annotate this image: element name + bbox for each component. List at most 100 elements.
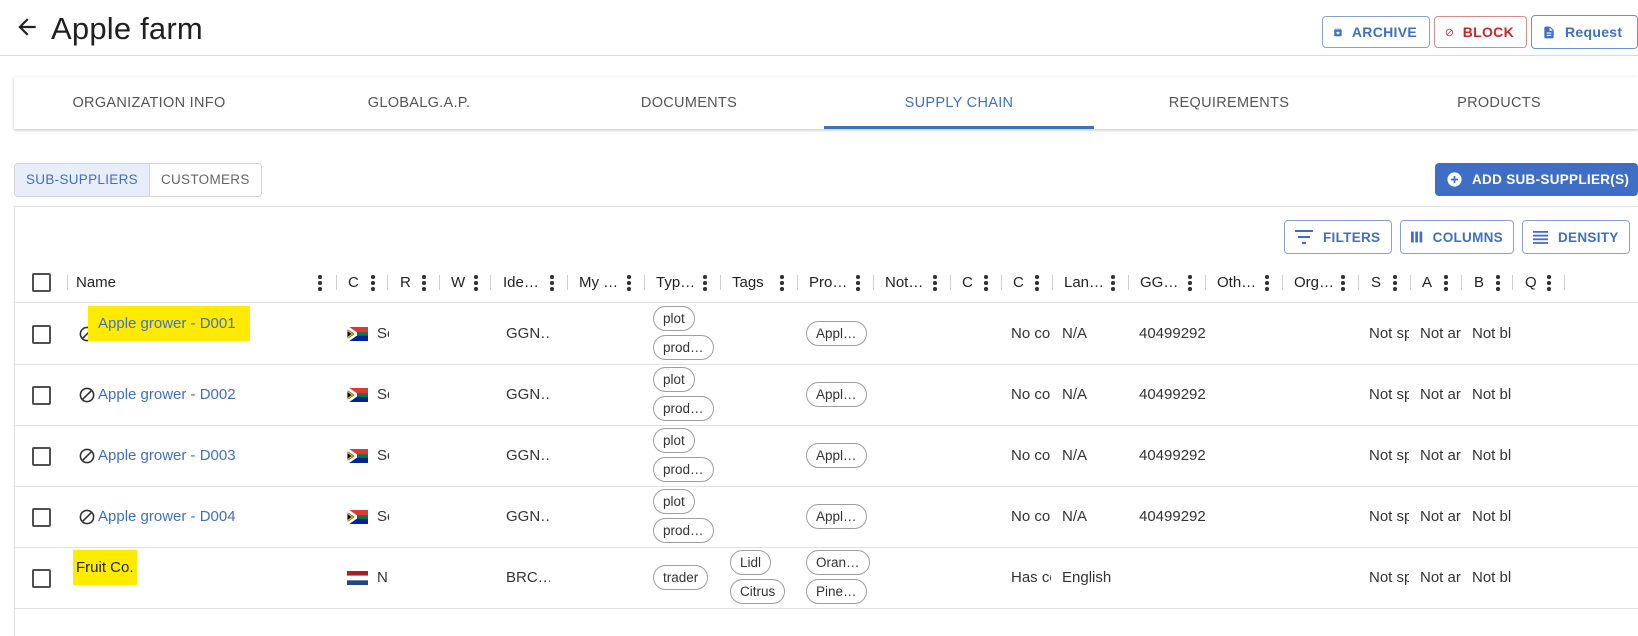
column-header-org[interactable]: Org… bbox=[1294, 262, 1334, 303]
column-header-country[interactable]: C bbox=[348, 262, 368, 303]
a-text: Not ar bbox=[1420, 386, 1461, 403]
netherlands-flag-icon bbox=[347, 571, 368, 585]
column-separator bbox=[1358, 275, 1359, 290]
column-menu-icon[interactable] bbox=[1393, 275, 1397, 291]
ggn-text: 40499292 bbox=[1139, 508, 1206, 525]
customers-toggle[interactable]: CUSTOMERS bbox=[150, 164, 261, 196]
tab-organization-info[interactable]: ORGANIZATION INFO bbox=[14, 77, 284, 129]
type-chip: prod… bbox=[653, 396, 714, 421]
column-header-a[interactable]: A bbox=[1422, 262, 1436, 303]
supplier-grid: FILTERS COLUMNS DENSITY Name C R W Ide… … bbox=[14, 206, 1638, 636]
column-menu-icon[interactable] bbox=[933, 275, 937, 291]
column-header-notes[interactable]: Not… bbox=[885, 262, 925, 303]
density-button[interactable]: DENSITY bbox=[1522, 220, 1630, 254]
column-menu-icon[interactable] bbox=[318, 275, 322, 291]
column-menu-icon[interactable] bbox=[1035, 275, 1039, 291]
column-header-c1[interactable]: C bbox=[962, 262, 978, 303]
column-menu-icon[interactable] bbox=[1496, 275, 1500, 291]
column-header-language[interactable]: Lan… bbox=[1064, 262, 1104, 303]
supplier-name-link[interactable]: Apple grower - D001 bbox=[88, 306, 250, 341]
column-header-other[interactable]: Oth… bbox=[1217, 262, 1257, 303]
ggn-text: 40499292 bbox=[1139, 325, 1206, 342]
row-checkbox[interactable] bbox=[32, 325, 51, 344]
column-header-q[interactable]: Q bbox=[1525, 262, 1539, 303]
column-menu-icon[interactable] bbox=[856, 275, 860, 291]
s-text: Not sp bbox=[1369, 386, 1409, 403]
request-button[interactable]: Request bbox=[1531, 15, 1638, 49]
column-header-b[interactable]: B bbox=[1474, 262, 1488, 303]
column-separator bbox=[1001, 275, 1002, 290]
filters-button[interactable]: FILTERS bbox=[1284, 220, 1392, 254]
table-row[interactable]: Apple grower - D002 So GGN… plot prod… A… bbox=[15, 365, 1638, 426]
column-header-tags[interactable]: Tags bbox=[732, 262, 772, 303]
table-row[interactable]: Apple grower - D004 So GGN… plot prod… A… bbox=[15, 487, 1638, 548]
row-checkbox[interactable] bbox=[32, 569, 51, 588]
row-checkbox[interactable] bbox=[32, 386, 51, 405]
column-header-products[interactable]: Pro… bbox=[809, 262, 849, 303]
b-text: Not bl bbox=[1472, 569, 1512, 586]
column-header-identifier[interactable]: Ide… bbox=[503, 262, 543, 303]
tab-products[interactable]: PRODUCTS bbox=[1364, 77, 1634, 129]
back-arrow-icon[interactable] bbox=[14, 14, 40, 40]
tab-documents[interactable]: DOCUMENTS bbox=[554, 77, 824, 129]
column-header-s[interactable]: S bbox=[1371, 262, 1385, 303]
tab-requirements[interactable]: REQUIREMENTS bbox=[1094, 77, 1364, 129]
tab-globalgap[interactable]: GLOBALG.A.P. bbox=[284, 77, 554, 129]
column-separator bbox=[1282, 275, 1283, 290]
a-text: Not ar bbox=[1420, 569, 1461, 586]
supplier-name[interactable]: Apple grower - D001 bbox=[88, 306, 250, 341]
row-checkbox[interactable] bbox=[32, 447, 51, 466]
row-checkbox[interactable] bbox=[32, 508, 51, 527]
column-menu-icon[interactable] bbox=[780, 275, 784, 291]
column-header-type[interactable]: Typ… bbox=[656, 262, 698, 303]
column-separator bbox=[567, 275, 568, 290]
language-text: N/A bbox=[1062, 508, 1088, 525]
column-menu-icon[interactable] bbox=[984, 275, 988, 291]
column-menu-icon[interactable] bbox=[703, 275, 707, 291]
column-menu-icon[interactable] bbox=[1341, 275, 1345, 291]
select-all-checkbox[interactable] bbox=[32, 273, 51, 292]
customer-name-link[interactable]: Fruit Co. bbox=[73, 550, 137, 585]
table-row[interactable]: Apple grower - D001 So GGN… plot prod… A… bbox=[15, 304, 1638, 365]
column-menu-icon[interactable] bbox=[1444, 275, 1448, 291]
identifier-text: GGN… bbox=[506, 386, 550, 403]
column-menu-icon[interactable] bbox=[474, 275, 478, 291]
block-icon bbox=[1445, 28, 1453, 36]
product-chip: Appl… bbox=[806, 504, 867, 529]
archive-button[interactable]: ARCHIVE bbox=[1322, 16, 1430, 48]
supplier-name-link[interactable]: Apple grower - D003 bbox=[98, 447, 236, 464]
density-label: DENSITY bbox=[1558, 229, 1619, 245]
table-row[interactable]: Fruit Co. N BRC… trader Lidl Citrus Oran… bbox=[15, 548, 1638, 609]
b-text: Not bl bbox=[1472, 508, 1512, 525]
table-row[interactable]: Apple grower - D003 So GGN… plot prod… A… bbox=[15, 426, 1638, 487]
add-sub-supplier-button[interactable]: ADD SUB-SUPPLIER(S) bbox=[1435, 163, 1638, 196]
column-menu-icon[interactable] bbox=[1547, 275, 1551, 291]
block-button[interactable]: BLOCK bbox=[1434, 16, 1527, 48]
columns-button[interactable]: COLUMNS bbox=[1400, 220, 1514, 254]
archive-label: ARCHIVE bbox=[1351, 24, 1417, 40]
column-menu-icon[interactable] bbox=[1265, 275, 1269, 291]
add-circle-icon bbox=[1447, 172, 1462, 187]
column-header-r[interactable]: R bbox=[400, 262, 416, 303]
column-header-c2[interactable]: C bbox=[1013, 262, 1029, 303]
product-chip: Appl… bbox=[806, 321, 867, 346]
column-menu-icon[interactable] bbox=[371, 275, 375, 291]
supplier-name-link[interactable]: Apple grower - D004 bbox=[98, 508, 236, 525]
tab-bar: ORGANIZATION INFO GLOBALG.A.P. DOCUMENTS… bbox=[14, 77, 1638, 129]
sub-suppliers-toggle[interactable]: SUB-SUPPLIERS bbox=[15, 164, 150, 196]
column-menu-icon[interactable] bbox=[1188, 275, 1192, 291]
column-menu-icon[interactable] bbox=[550, 275, 554, 291]
column-separator bbox=[387, 275, 388, 290]
type-chip: prod… bbox=[653, 335, 714, 360]
customer-name[interactable]: Fruit Co. bbox=[73, 550, 137, 585]
supplier-name-link[interactable]: Apple grower - D002 bbox=[98, 386, 236, 403]
column-header-w[interactable]: W bbox=[451, 262, 465, 303]
column-menu-icon[interactable] bbox=[627, 275, 631, 291]
page-title: Apple farm bbox=[51, 11, 203, 46]
column-menu-icon[interactable] bbox=[422, 275, 426, 291]
column-menu-icon[interactable] bbox=[1111, 275, 1115, 291]
column-header-ggn[interactable]: GG… bbox=[1140, 262, 1180, 303]
tab-supply-chain[interactable]: SUPPLY CHAIN bbox=[824, 77, 1094, 129]
column-header-my[interactable]: My … bbox=[579, 262, 619, 303]
column-header-name[interactable]: Name bbox=[76, 262, 306, 303]
